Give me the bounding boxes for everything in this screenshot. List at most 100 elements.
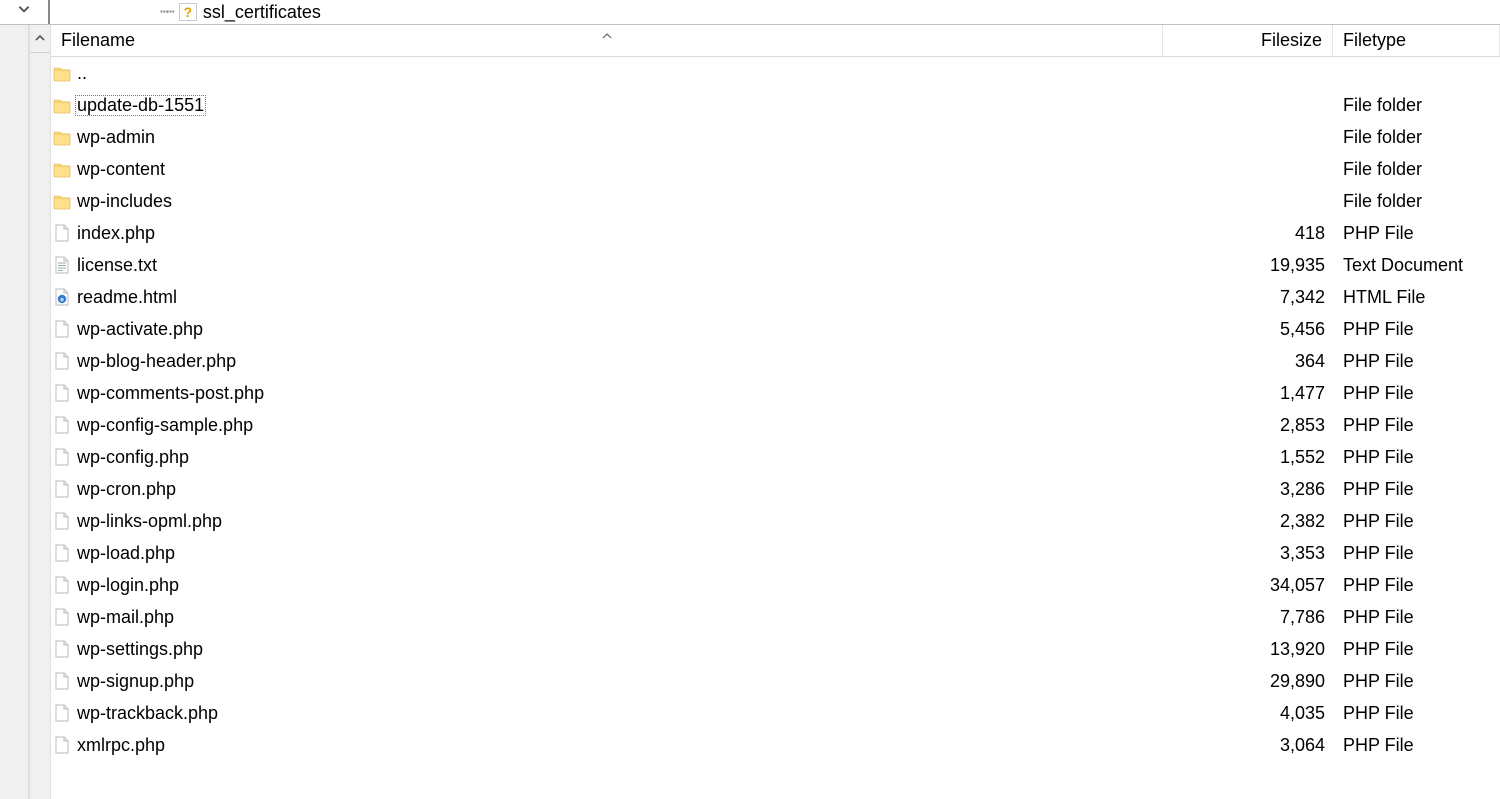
- filename-label: wp-signup.php: [75, 671, 194, 692]
- filename-label: wp-login.php: [75, 575, 179, 596]
- cell-filetype: File folder: [1335, 159, 1500, 180]
- table-row[interactable]: wp-signup.php29,890PHP File: [51, 665, 1500, 697]
- table-row[interactable]: wp-admin File folder: [51, 121, 1500, 153]
- cell-filename: wp-signup.php: [53, 671, 1165, 692]
- cell-filename: license.txt: [53, 255, 1165, 276]
- table-row[interactable]: wp-login.php34,057PHP File: [51, 569, 1500, 601]
- filename-label: wp-mail.php: [75, 607, 174, 628]
- table-row[interactable]: wp-cron.php 3,286PHP File: [51, 473, 1500, 505]
- cell-filename: wp-blog-header.php: [53, 351, 1165, 372]
- filename-label: wp-trackback.php: [75, 703, 218, 724]
- filename-label: wp-admin: [75, 127, 155, 148]
- column-header-row: Filename Filesize Filetype: [51, 25, 1500, 57]
- file-list-rows[interactable]: .. update-db-1551 File folder wp-admin File …: [51, 57, 1500, 799]
- table-row[interactable]: index.php418PHP File: [51, 217, 1500, 249]
- file-icon: [53, 639, 71, 659]
- txt-icon: [53, 255, 71, 275]
- cell-filetype: File folder: [1335, 127, 1500, 148]
- table-row[interactable]: wp-activate.php5,456PHP File: [51, 313, 1500, 345]
- cell-filename: wp-cron.php: [53, 479, 1165, 500]
- column-header-label: Filename: [61, 30, 135, 51]
- table-row[interactable]: wp-links-opml.php2,382PHP File: [51, 505, 1500, 537]
- tree-branch-lines: ⋯⋯: [160, 4, 173, 20]
- cell-filesize: 3,286: [1165, 479, 1335, 500]
- table-row[interactable]: wp-comments-post.php1,477PHP File: [51, 377, 1500, 409]
- table-row[interactable]: wp-blog-header.php364PHP File: [51, 345, 1500, 377]
- file-icon: [53, 543, 71, 563]
- table-row[interactable]: wp-load.php 3,353PHP File: [51, 537, 1500, 569]
- cell-filetype: File folder: [1335, 191, 1500, 212]
- cell-filetype: PHP File: [1335, 543, 1500, 564]
- cell-filename: wp-login.php: [53, 575, 1165, 596]
- cell-filetype: HTML File: [1335, 287, 1500, 308]
- cell-filetype: PHP File: [1335, 607, 1500, 628]
- table-row[interactable]: wp-mail.php 7,786PHP File: [51, 601, 1500, 633]
- table-row[interactable]: readme.html7,342HTML File: [51, 281, 1500, 313]
- cell-filesize: 29,890: [1165, 671, 1335, 692]
- table-row[interactable]: wp-config.php1,552PHP File: [51, 441, 1500, 473]
- table-row[interactable]: license.txt19,935Text Document: [51, 249, 1500, 281]
- file-icon: [53, 671, 71, 691]
- cell-filesize: 19,935: [1165, 255, 1335, 276]
- filename-label: index.php: [75, 223, 155, 244]
- column-header-filetype[interactable]: Filetype: [1333, 25, 1500, 56]
- cell-filename: wp-config.php: [53, 447, 1165, 468]
- table-row[interactable]: wp-includes File folder: [51, 185, 1500, 217]
- cell-filetype: File folder: [1335, 95, 1500, 116]
- folder-icon: [53, 63, 71, 83]
- table-row[interactable]: update-db-1551 File folder: [51, 89, 1500, 121]
- unknown-folder-icon: ?: [179, 3, 197, 21]
- filename-label: wp-load.php: [75, 543, 175, 564]
- cell-filetype: PHP File: [1335, 447, 1500, 468]
- cell-filename: wp-activate.php: [53, 319, 1165, 340]
- cell-filesize: 7,786: [1165, 607, 1335, 628]
- table-row[interactable]: wp-trackback.php4,035PHP File: [51, 697, 1500, 729]
- file-icon: [53, 703, 71, 723]
- cell-filesize: 3,353: [1165, 543, 1335, 564]
- file-icon: [53, 607, 71, 627]
- file-icon: [53, 511, 71, 531]
- cell-filename: wp-mail.php: [53, 607, 1165, 628]
- cell-filesize: 7,342: [1165, 287, 1335, 308]
- file-list-panel: Filename Filesize Filetype ..update-db-1…: [51, 25, 1500, 799]
- folder-icon: [53, 159, 71, 179]
- filename-label: xmlrpc.php: [75, 735, 165, 756]
- file-icon: [53, 479, 71, 499]
- table-row[interactable]: wp-config-sample.php2,853PHP File: [51, 409, 1500, 441]
- cell-filename: wp-config-sample.php: [53, 415, 1165, 436]
- html-icon: [53, 287, 71, 307]
- file-icon: [53, 223, 71, 243]
- file-icon: [53, 447, 71, 467]
- table-row[interactable]: xmlrpc.php3,064PHP File: [51, 729, 1500, 761]
- cell-filetype: PHP File: [1335, 639, 1500, 660]
- cell-filetype: PHP File: [1335, 575, 1500, 596]
- vertical-splitter[interactable]: [29, 25, 51, 799]
- splitter-scroll-up[interactable]: [30, 25, 50, 53]
- cell-filename: index.php: [53, 223, 1165, 244]
- cell-filesize: 2,853: [1165, 415, 1335, 436]
- cell-filetype: PHP File: [1335, 383, 1500, 404]
- cell-filetype: Text Document: [1335, 255, 1500, 276]
- left-gutter: [0, 25, 29, 799]
- folder-icon: [53, 95, 71, 115]
- file-icon: [53, 575, 71, 595]
- parent-dir-row[interactable]: ..: [51, 57, 1500, 89]
- table-row[interactable]: wp-contentFile folder: [51, 153, 1500, 185]
- cell-filename: wp-includes: [53, 191, 1165, 212]
- cell-filesize: 4,035: [1165, 703, 1335, 724]
- tree-scroll-down[interactable]: [0, 0, 50, 24]
- cell-filetype: PHP File: [1335, 223, 1500, 244]
- cell-filename: wp-load.php: [53, 543, 1165, 564]
- filename-label: wp-cron.php: [75, 479, 176, 500]
- tree-item[interactable]: ⋯⋯ ? ssl_certificates: [50, 2, 1500, 23]
- column-header-filename[interactable]: Filename: [51, 25, 1163, 56]
- table-row[interactable]: wp-settings.php13,920PHP File: [51, 633, 1500, 665]
- column-header-label: Filesize: [1261, 30, 1322, 51]
- filename-label: update-db-1551: [75, 95, 206, 116]
- cell-filesize: 2,382: [1165, 511, 1335, 532]
- column-header-filesize[interactable]: Filesize: [1163, 25, 1333, 56]
- cell-filetype: PHP File: [1335, 479, 1500, 500]
- filename-label: wp-config-sample.php: [75, 415, 253, 436]
- filename-label: wp-settings.php: [75, 639, 203, 660]
- cell-filesize: 3,064: [1165, 735, 1335, 756]
